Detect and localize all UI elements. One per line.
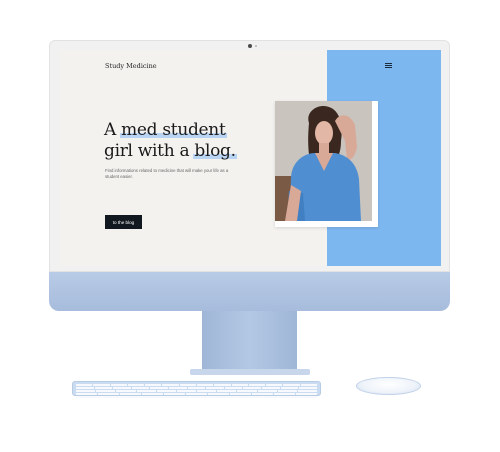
monitor-bezel: Study Medicine A med student girl with a… [49, 40, 450, 272]
stand-base [190, 369, 310, 375]
headline-highlight-1: med student [120, 120, 227, 140]
keyboard[interactable] [72, 381, 321, 398]
monitor-stand [202, 311, 297, 369]
student-portrait-photo [275, 101, 372, 221]
hero-photo-card [275, 101, 378, 227]
hero-subtitle: Find informations related to medicine th… [105, 168, 229, 179]
headline-highlight-2: blog. [193, 141, 238, 161]
webcam [248, 44, 252, 48]
portrait-illustration [275, 101, 372, 221]
headline-part-1: A [104, 120, 122, 140]
keyboard-row [76, 389, 318, 393]
imac-monitor: Study Medicine A med student girl with a… [49, 40, 450, 311]
hero-headline: A med student girl with a blog. [104, 120, 274, 162]
monitor-chin [49, 272, 450, 311]
headline-part-2: girl with a [104, 141, 195, 161]
keyboard-row [76, 392, 317, 396]
magic-mouse[interactable] [356, 377, 421, 395]
to-the-blog-button[interactable]: to the blog [105, 215, 142, 229]
site-brand[interactable]: Study Medicine [105, 62, 157, 70]
keyboard-row [76, 395, 317, 398]
hamburger-menu-icon[interactable] [385, 63, 392, 68]
webcam-indicator [255, 45, 257, 47]
website-screen: Study Medicine A med student girl with a… [60, 50, 441, 266]
